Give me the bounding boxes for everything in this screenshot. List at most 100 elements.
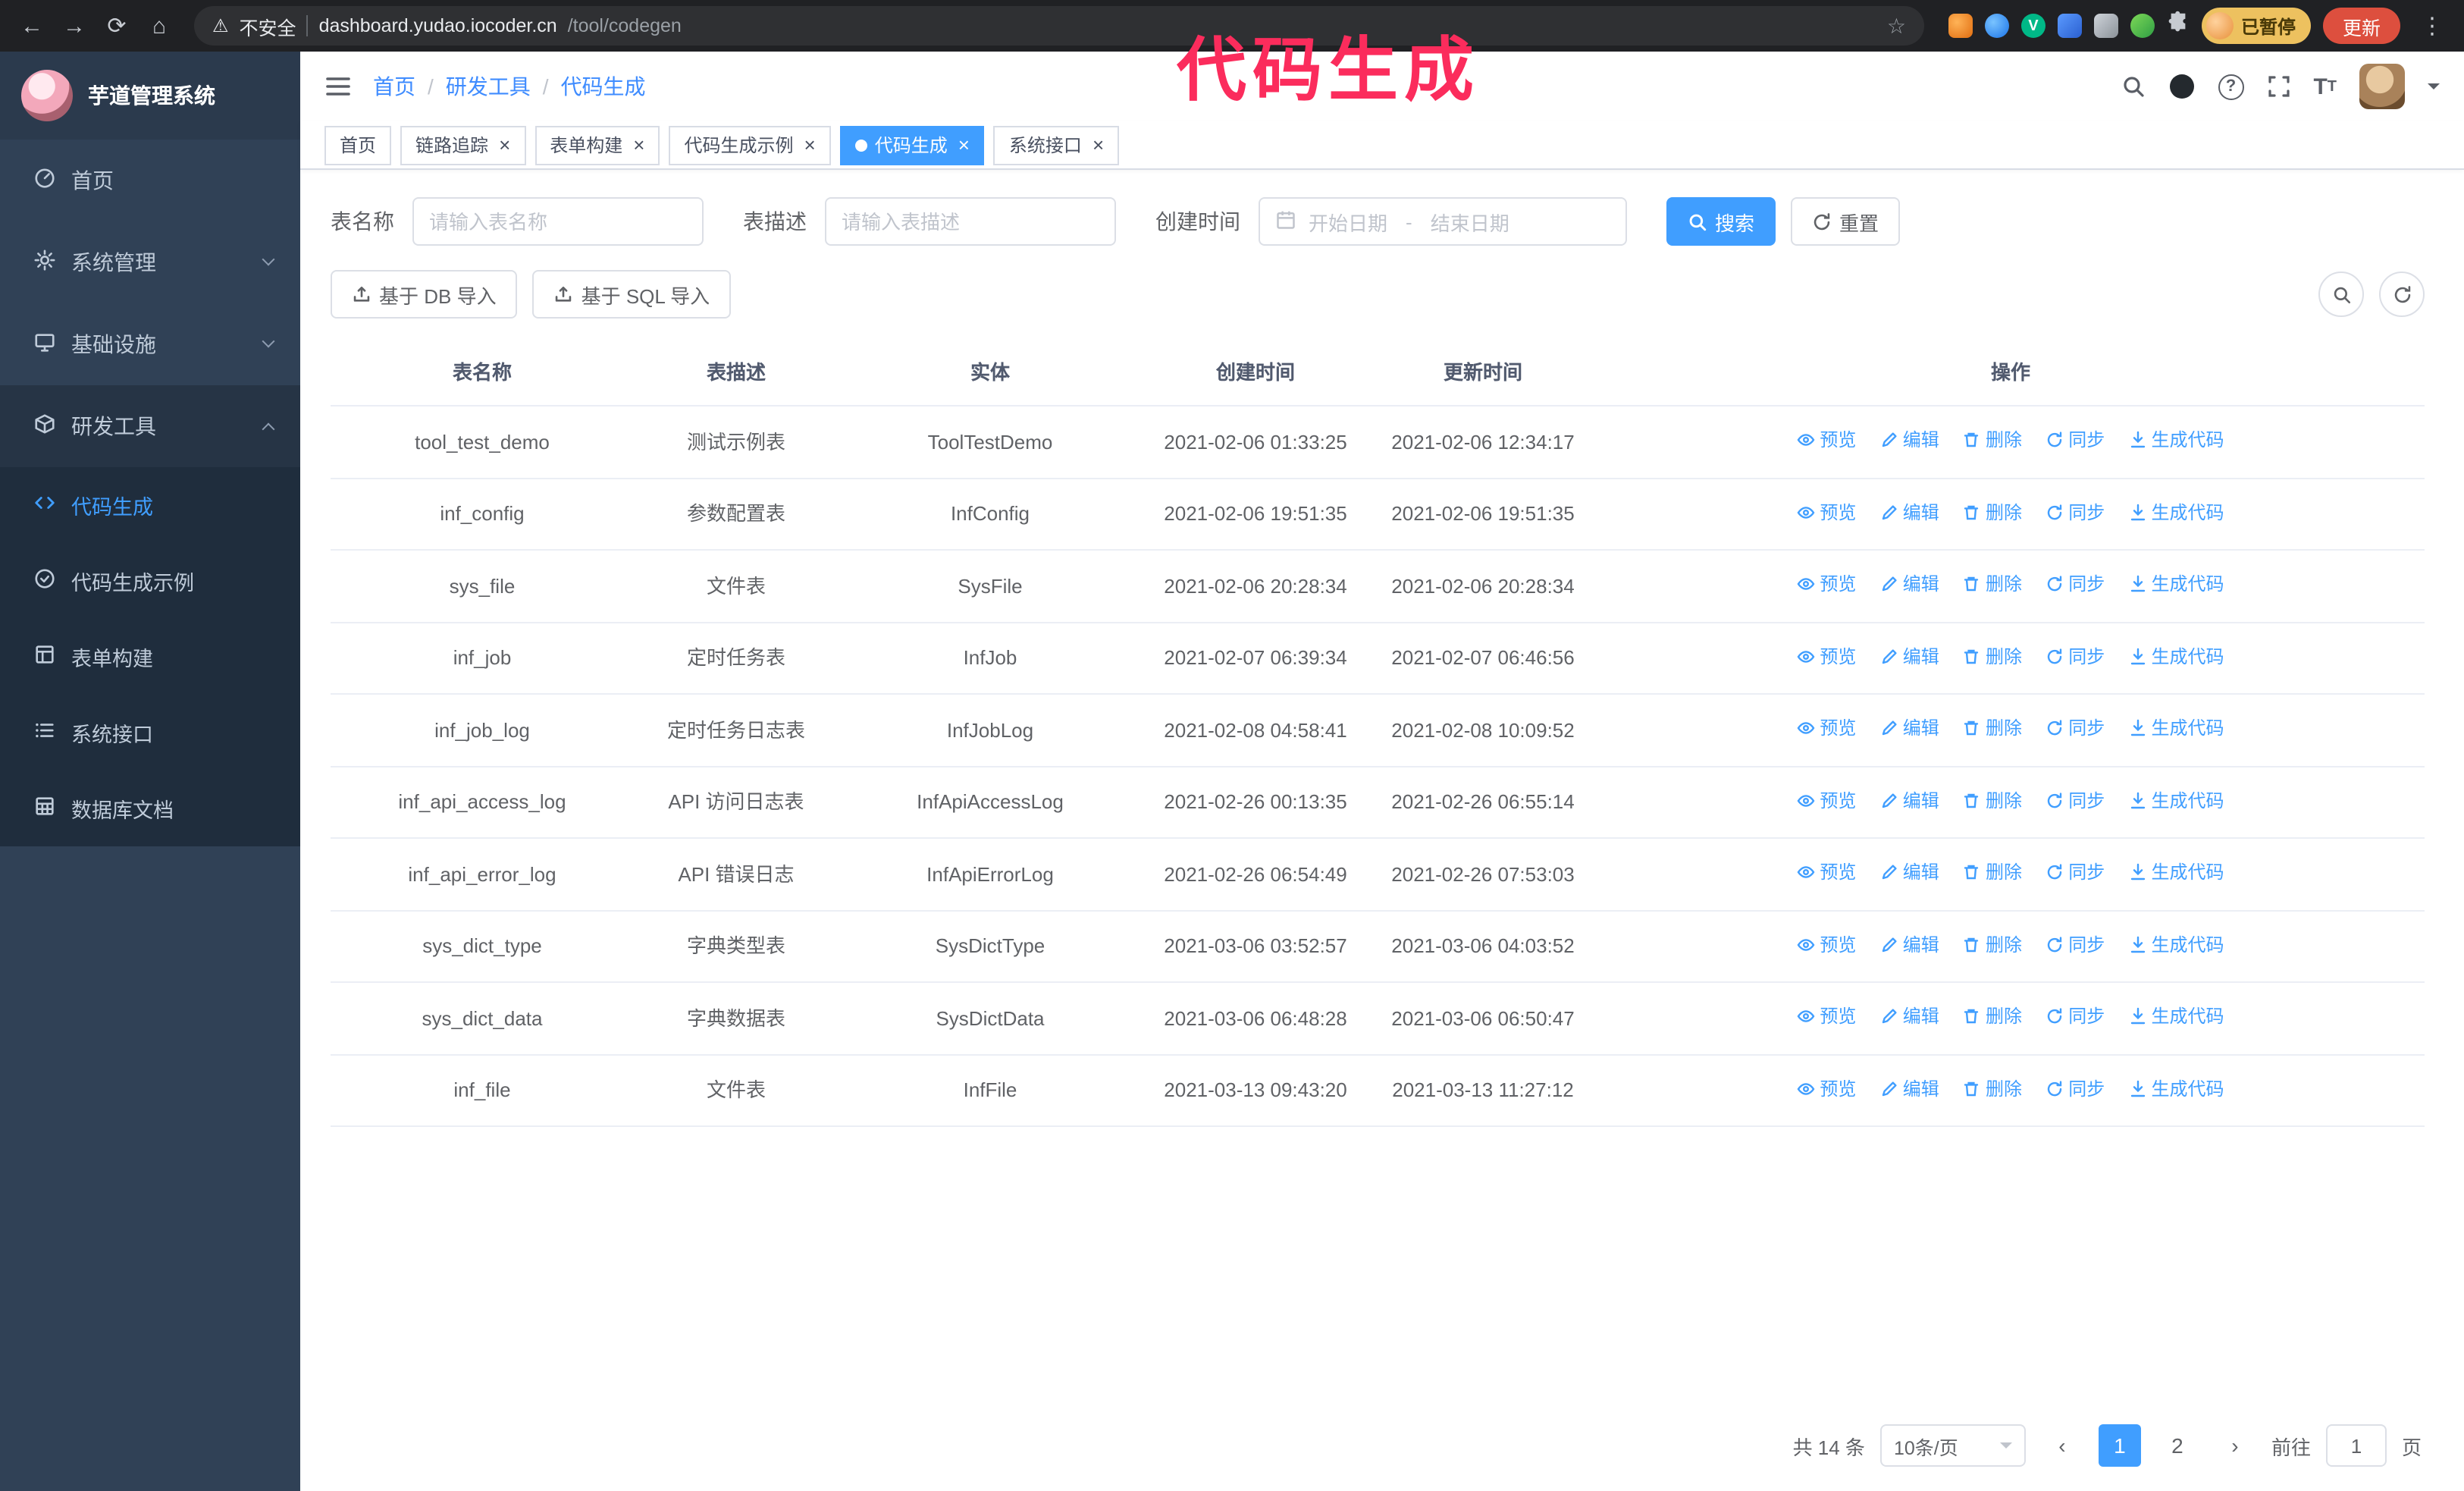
sync-link[interactable]: 同步 [2045, 426, 2105, 454]
sync-link[interactable]: 同步 [2045, 642, 2105, 670]
sync-link[interactable]: 同步 [2045, 859, 2105, 886]
tag[interactable]: 表单构建 × [534, 125, 660, 165]
fullscreen-icon[interactable] [2266, 74, 2290, 99]
sidebar-item-db-doc[interactable]: 数据库文档 [0, 771, 300, 846]
user-menu-caret-icon[interactable] [2428, 83, 2440, 96]
table-name-input[interactable] [412, 197, 704, 246]
preview-link[interactable]: 预览 [1797, 1075, 1856, 1102]
edit-link[interactable]: 编辑 [1880, 931, 1939, 958]
forward-icon[interactable]: → [55, 6, 94, 46]
search-icon[interactable] [2121, 74, 2145, 99]
preview-link[interactable]: 预览 [1797, 931, 1856, 958]
tag[interactable]: 代码生成 × [839, 125, 985, 165]
user-avatar[interactable] [2359, 64, 2405, 109]
delete-link[interactable]: 删除 [1963, 642, 2022, 670]
tag[interactable]: 首页 × [324, 125, 392, 165]
refresh-button[interactable] [2379, 272, 2425, 317]
sidebar-toggle-icon[interactable] [324, 74, 352, 99]
preview-link[interactable]: 预览 [1797, 498, 1856, 526]
sync-link[interactable]: 同步 [2045, 1003, 2105, 1030]
edit-link[interactable]: 编辑 [1880, 714, 1939, 742]
edit-link[interactable]: 编辑 [1880, 859, 1939, 886]
browser-menu-icon[interactable]: ⋮ [2412, 6, 2452, 46]
delete-link[interactable]: 删除 [1963, 426, 2022, 454]
address-bar[interactable]: ⚠ 不安全 dashboard.yudao.iocoder.cn /tool/c… [194, 6, 1924, 46]
page-number-button[interactable]: 2 [2156, 1424, 2199, 1467]
prev-page-button[interactable]: ‹ [2041, 1424, 2083, 1467]
generate-code-link[interactable]: 生成代码 [2129, 859, 2224, 886]
sync-link[interactable]: 同步 [2045, 786, 2105, 814]
edit-link[interactable]: 编辑 [1880, 426, 1939, 454]
goto-page-input[interactable] [2325, 1424, 2387, 1467]
tag-close-icon[interactable]: × [633, 135, 644, 155]
sidebar-item-codegen[interactable]: 代码生成 [0, 467, 300, 543]
generate-code-link[interactable]: 生成代码 [2129, 714, 2224, 742]
tag-close-icon[interactable]: × [804, 135, 816, 155]
edit-link[interactable]: 编辑 [1880, 570, 1939, 598]
back-icon[interactable]: ← [12, 6, 52, 46]
sidebar-item-codegen-example[interactable]: 代码生成示例 [0, 543, 300, 619]
extension-icon-green[interactable] [2130, 14, 2155, 38]
generate-code-link[interactable]: 生成代码 [2129, 786, 2224, 814]
delete-link[interactable]: 删除 [1963, 498, 2022, 526]
delete-link[interactable]: 删除 [1963, 1075, 2022, 1102]
tag-close-icon[interactable]: × [1092, 135, 1104, 155]
delete-link[interactable]: 删除 [1963, 931, 2022, 958]
create-time-range-picker[interactable]: 开始日期 - 结束日期 [1259, 197, 1627, 246]
generate-code-link[interactable]: 生成代码 [2129, 642, 2224, 670]
edit-link[interactable]: 编辑 [1880, 1075, 1939, 1102]
generate-code-link[interactable]: 生成代码 [2129, 426, 2224, 454]
preview-link[interactable]: 预览 [1797, 786, 1856, 814]
table-desc-input[interactable] [825, 197, 1116, 246]
edit-link[interactable]: 编辑 [1880, 498, 1939, 526]
reload-icon[interactable]: ⟳ [97, 6, 136, 46]
delete-link[interactable]: 删除 [1963, 714, 2022, 742]
sidebar-item-form-builder[interactable]: 表单构建 [0, 619, 300, 695]
edit-link[interactable]: 编辑 [1880, 642, 1939, 670]
app-logo[interactable]: 芋道管理系统 [0, 52, 300, 140]
sync-link[interactable]: 同步 [2045, 714, 2105, 742]
bookmark-star-icon[interactable]: ☆ [1887, 13, 1906, 39]
sync-link[interactable]: 同步 [2045, 931, 2105, 958]
extension-icon-v[interactable]: V [2020, 14, 2045, 38]
extension-icon-orange[interactable] [1948, 14, 1973, 38]
breadcrumb-home[interactable]: 首页 [373, 71, 415, 102]
reset-button[interactable]: 重置 [1791, 197, 1901, 246]
help-icon[interactable]: ? [2218, 74, 2244, 99]
generate-code-link[interactable]: 生成代码 [2129, 498, 2224, 526]
sync-link[interactable]: 同步 [2045, 1075, 2105, 1102]
preview-link[interactable]: 预览 [1797, 1003, 1856, 1030]
tag[interactable]: 系统接口 × [993, 125, 1120, 165]
sidebar-item-devtools[interactable]: 研发工具 [0, 385, 300, 467]
delete-link[interactable]: 删除 [1963, 859, 2022, 886]
page-size-select[interactable]: 10条/页 [1879, 1424, 2026, 1467]
import-sql-button[interactable]: 基于 SQL 导入 [532, 270, 732, 319]
github-icon[interactable] [2168, 73, 2195, 100]
extension-icon-blue[interactable] [1984, 14, 2009, 38]
preview-link[interactable]: 预览 [1797, 426, 1856, 454]
preview-link[interactable]: 预览 [1797, 714, 1856, 742]
next-page-button[interactable]: › [2214, 1424, 2256, 1467]
edit-link[interactable]: 编辑 [1880, 1003, 1939, 1030]
sync-link[interactable]: 同步 [2045, 570, 2105, 598]
search-button[interactable]: 搜索 [1666, 197, 1776, 246]
delete-link[interactable]: 删除 [1963, 570, 2022, 598]
tag-close-icon[interactable]: × [499, 135, 510, 155]
generate-code-link[interactable]: 生成代码 [2129, 931, 2224, 958]
generate-code-link[interactable]: 生成代码 [2129, 570, 2224, 598]
breadcrumb-devtools[interactable]: 研发工具 [446, 71, 531, 102]
extension-icon-gray[interactable] [2093, 14, 2118, 38]
sidebar-item-infrastructure[interactable]: 基础设施 [0, 303, 300, 385]
generate-code-link[interactable]: 生成代码 [2129, 1075, 2224, 1102]
import-db-button[interactable]: 基于 DB 导入 [331, 270, 518, 319]
extensions-puzzle-icon[interactable] [2167, 11, 2190, 41]
tag-close-icon[interactable]: × [958, 135, 970, 155]
delete-link[interactable]: 删除 [1963, 1003, 2022, 1030]
home-icon[interactable]: ⌂ [140, 6, 179, 46]
sync-link[interactable]: 同步 [2045, 498, 2105, 526]
browser-update-button[interactable]: 更新 [2322, 8, 2400, 44]
edit-link[interactable]: 编辑 [1880, 786, 1939, 814]
preview-link[interactable]: 预览 [1797, 859, 1856, 886]
sidebar-item-system[interactable]: 系统管理 [0, 221, 300, 303]
font-size-icon[interactable]: TT [2313, 74, 2337, 99]
